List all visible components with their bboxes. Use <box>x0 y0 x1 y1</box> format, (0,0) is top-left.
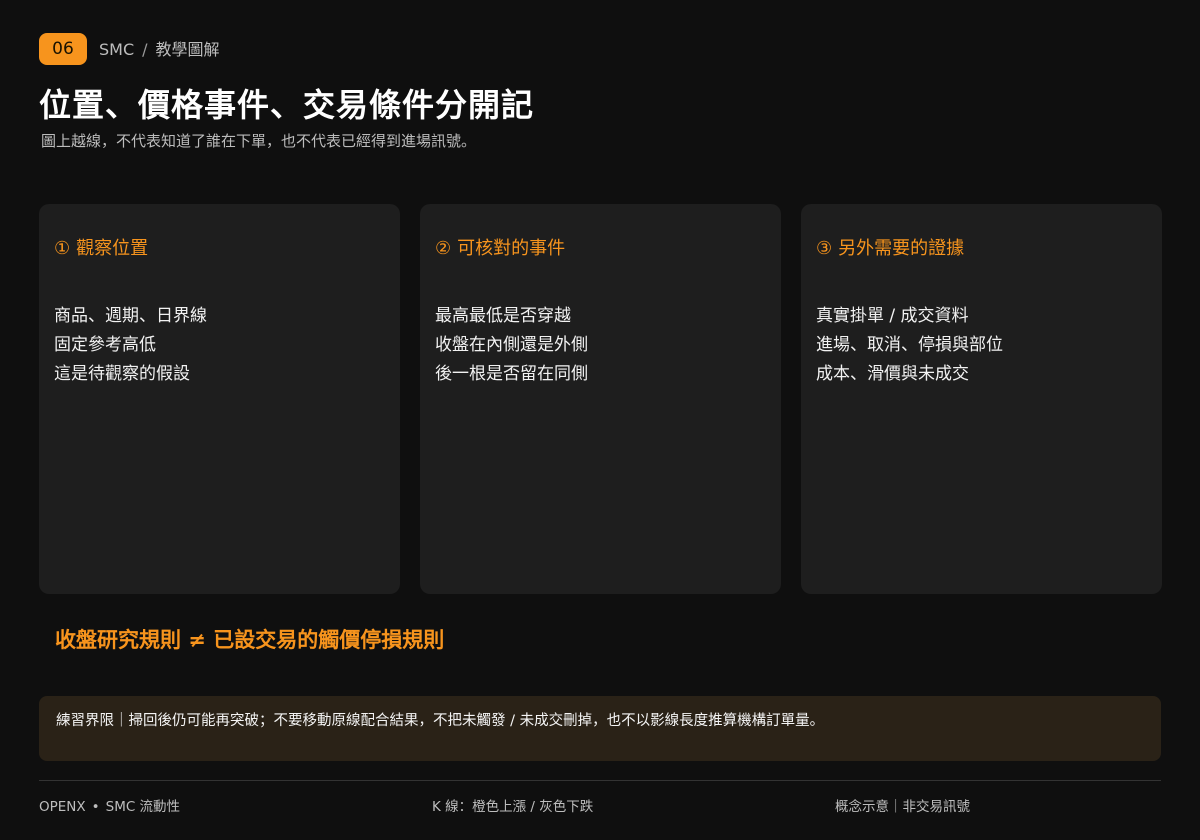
card-line: 最高最低是否穿越 <box>435 306 571 326</box>
card-line: 這是待觀察的假設 <box>54 364 190 384</box>
brand-topic: SMC 流動性 <box>105 799 181 815</box>
practice-limit-note: 練習界限｜掃回後仍可能再突破；不要移動原線配合結果，不把未觸發 / 未成交刪掉，… <box>39 696 1161 761</box>
card-line: 進場、取消、停損與部位 <box>816 335 1003 355</box>
card-heading: ① 觀察位置 <box>54 237 148 261</box>
card-title: 另外需要的證據 <box>838 238 965 259</box>
footer-legend: K 線：橙色上漲 / 灰色下跌 <box>432 799 594 815</box>
footer-brand: OPENX • SMC 流動性 <box>39 797 180 817</box>
card-line: 固定參考高低 <box>54 335 156 355</box>
bullet-dot: • <box>91 799 100 815</box>
card-checkable-events: ② 可核對的事件 最高最低是否穿越 收盤在內側還是外側 後一根是否留在同側 <box>420 204 781 594</box>
card-line: 成本、滑價與未成交 <box>816 364 969 384</box>
card-number: ① <box>54 238 71 259</box>
card-heading: ③ 另外需要的證據 <box>816 237 964 261</box>
card-observe-position: ① 觀察位置 商品、週期、日界線 固定參考高低 這是待觀察的假設 <box>39 204 400 594</box>
card-list: 最高最低是否穿越 收盤在內側還是外側 後一根是否留在同側 <box>435 302 588 389</box>
footer-divider <box>39 780 1161 781</box>
section-number-badge: 06 <box>39 33 87 65</box>
card-line: 後一根是否留在同側 <box>435 364 588 384</box>
card-number: ③ <box>816 238 833 259</box>
note-text: 練習界限｜掃回後仍可能再突破；不要移動原線配合結果，不把未觸發 / 未成交刪掉，… <box>56 713 825 729</box>
card-extra-evidence: ③ 另外需要的證據 真實掛單 / 成交資料 進場、取消、停損與部位 成本、滑價與未… <box>801 204 1162 594</box>
card-line: 真實掛單 / 成交資料 <box>816 306 969 326</box>
breadcrumb-section: SMC <box>99 40 135 59</box>
breadcrumb-page: 教學圖解 <box>155 40 220 59</box>
breadcrumb-separator: / <box>142 40 148 59</box>
brand-name: OPENX <box>39 799 86 815</box>
card-line: 收盤在內側還是外側 <box>435 335 588 355</box>
card-number: ② <box>435 238 452 259</box>
card-list: 商品、週期、日界線 固定參考高低 這是待觀察的假設 <box>54 302 207 389</box>
card-line: 商品、週期、日界線 <box>54 306 207 326</box>
card-title: 可核對的事件 <box>457 238 566 259</box>
breadcrumb: SMC / 教學圖解 <box>99 40 220 60</box>
footer-disclaimer: 概念示意｜非交易訊號 <box>835 799 970 815</box>
rule-statement: 收盤研究規則 ≠ 已設交易的觸價停損規則 <box>55 628 445 652</box>
card-title: 觀察位置 <box>76 238 149 259</box>
card-heading: ② 可核對的事件 <box>435 237 565 261</box>
page-subtitle: 圖上越線，不代表知道了誰在下單，也不代表已經得到進場訊號。 <box>41 132 477 150</box>
card-list: 真實掛單 / 成交資料 進場、取消、停損與部位 成本、滑價與未成交 <box>816 302 1003 389</box>
page-title: 位置、價格事件、交易條件分開記 <box>39 86 535 124</box>
